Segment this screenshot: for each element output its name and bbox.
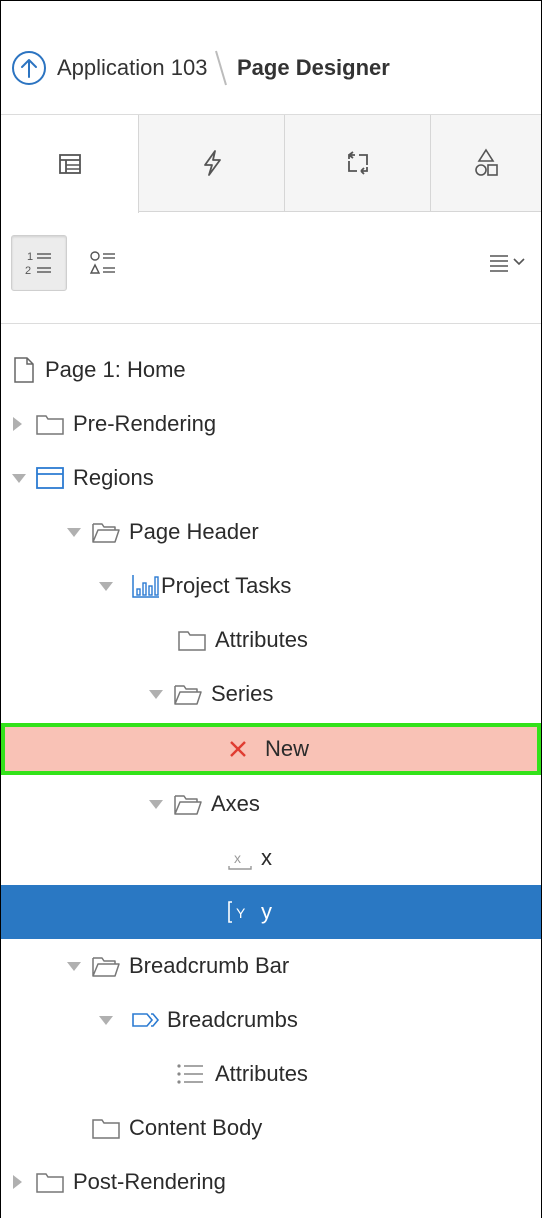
processing-arrows-icon: [347, 151, 368, 175]
collapse-toggle[interactable]: [67, 962, 81, 971]
collapse-toggle[interactable]: [99, 582, 113, 591]
tab-bar: [1, 115, 541, 213]
folder-open-icon: [174, 795, 202, 815]
tree-node-project-tasks[interactable]: Project Tasks: [1, 559, 541, 613]
tab-dynamic-actions[interactable]: [139, 115, 285, 212]
tree-node-post-rendering[interactable]: Post-Rendering: [1, 1155, 541, 1209]
tree-node-breadcrumb-attributes[interactable]: Attributes: [1, 1047, 541, 1101]
tree-node-breadcrumbs[interactable]: Breadcrumbs: [1, 993, 541, 1047]
page-icon: [14, 357, 34, 383]
lightning-icon: [203, 150, 221, 176]
collapse-toggle[interactable]: [99, 1016, 113, 1025]
region-icon: [36, 467, 64, 489]
tree-node-label: Regions: [73, 465, 154, 490]
tree-node-label: Breadcrumb Bar: [129, 953, 290, 978]
folder-icon: [178, 631, 206, 651]
tab-processing[interactable]: [285, 115, 431, 212]
expand-toggle[interactable]: [13, 1175, 22, 1189]
breadcrumb-icon: [132, 1013, 160, 1027]
tree-node-page-header[interactable]: Page Header: [1, 505, 541, 559]
hamburger-menu-icon: [490, 255, 525, 272]
tab-rendering[interactable]: [1, 115, 139, 213]
tree-node-label: Content Body: [129, 1115, 263, 1140]
svg-text:x: x: [234, 850, 241, 866]
page-title: Page Designer: [237, 55, 390, 80]
y-axis-icon: Y: [228, 901, 246, 923]
tree-node-label: y: [261, 899, 272, 924]
tree-node-label: Pre-Rendering: [73, 411, 217, 436]
folder-open-icon: [92, 523, 120, 543]
group-by-component-button[interactable]: 1 2: [11, 235, 67, 291]
tree-node-label: Project Tasks: [161, 573, 292, 598]
rendering-tree-icon: [58, 154, 81, 174]
svg-text:Y: Y: [236, 905, 246, 921]
folder-icon: [92, 1119, 120, 1139]
toolbar-divider: [1, 323, 541, 324]
svg-text:2: 2: [25, 265, 31, 277]
tree-menu-button[interactable]: [477, 235, 539, 291]
tree-node-label: Attributes: [215, 1061, 308, 1086]
tree-node-regions[interactable]: Regions: [1, 451, 541, 505]
folder-icon: [36, 415, 64, 435]
folder-open-icon: [92, 957, 120, 977]
header: Application 103 Page Designer: [1, 37, 541, 101]
numbered-list-icon: 1 2: [25, 251, 51, 277]
tree-node-label: x: [261, 845, 272, 870]
tree-node-new-series[interactable]: New: [1, 723, 541, 775]
tree-node-breadcrumb-bar[interactable]: Breadcrumb Bar: [1, 939, 541, 993]
tree-node-series[interactable]: Series: [1, 667, 541, 721]
group-by-type-button[interactable]: [75, 235, 131, 291]
folder-open-icon: [174, 685, 202, 705]
tab-shared-components[interactable]: [431, 115, 541, 212]
page-designer-panel: Application 103 Page Designer 1 2 Page 1…: [0, 0, 542, 1218]
tree-node-chart-attributes[interactable]: Attributes: [1, 613, 541, 667]
collapse-toggle[interactable]: [149, 800, 163, 809]
breadcrumb-separator: [215, 50, 227, 86]
collapse-toggle[interactable]: [149, 690, 163, 699]
application-link[interactable]: Application 103: [57, 55, 207, 81]
tree-node-label: Attributes: [215, 627, 308, 652]
tree-node-axis-x[interactable]: x x: [1, 831, 541, 885]
chart-icon: [132, 575, 159, 598]
expand-toggle[interactable]: [13, 417, 22, 431]
folder-icon: [36, 1173, 64, 1193]
tree-node-axes[interactable]: Axes: [1, 777, 541, 831]
tree-node-page[interactable]: Page 1: Home: [1, 343, 541, 397]
tree-node-label: Post-Rendering: [73, 1169, 226, 1194]
collapse-toggle[interactable]: [67, 528, 81, 537]
x-axis-icon: x: [228, 850, 252, 870]
arrow-up-icon: [21, 59, 37, 78]
error-x-icon: [230, 741, 246, 757]
attributes-list-icon: [177, 1064, 203, 1084]
tree-node-label: Axes: [211, 791, 260, 816]
shapes-list-icon: [89, 251, 115, 274]
tree-node-axis-y[interactable]: Y y: [1, 885, 541, 939]
shapes-icon: [475, 148, 498, 176]
tree-node-label: Breadcrumbs: [167, 1007, 298, 1032]
tree-toolbar: 1 2: [1, 213, 541, 323]
tree-node-label: New: [265, 736, 310, 761]
tree-node-label: Page 1: Home: [45, 357, 186, 382]
tree-node-pre-rendering[interactable]: Pre-Rendering: [1, 397, 541, 451]
tree-node-label: Series: [211, 681, 274, 706]
svg-text:1: 1: [27, 251, 33, 263]
collapse-toggle[interactable]: [12, 474, 26, 483]
chevron-down-icon: [513, 258, 525, 266]
tree-node-content-body[interactable]: Content Body: [1, 1101, 541, 1155]
up-level-button[interactable]: [12, 51, 46, 85]
tree-node-label: Page Header: [129, 519, 259, 544]
